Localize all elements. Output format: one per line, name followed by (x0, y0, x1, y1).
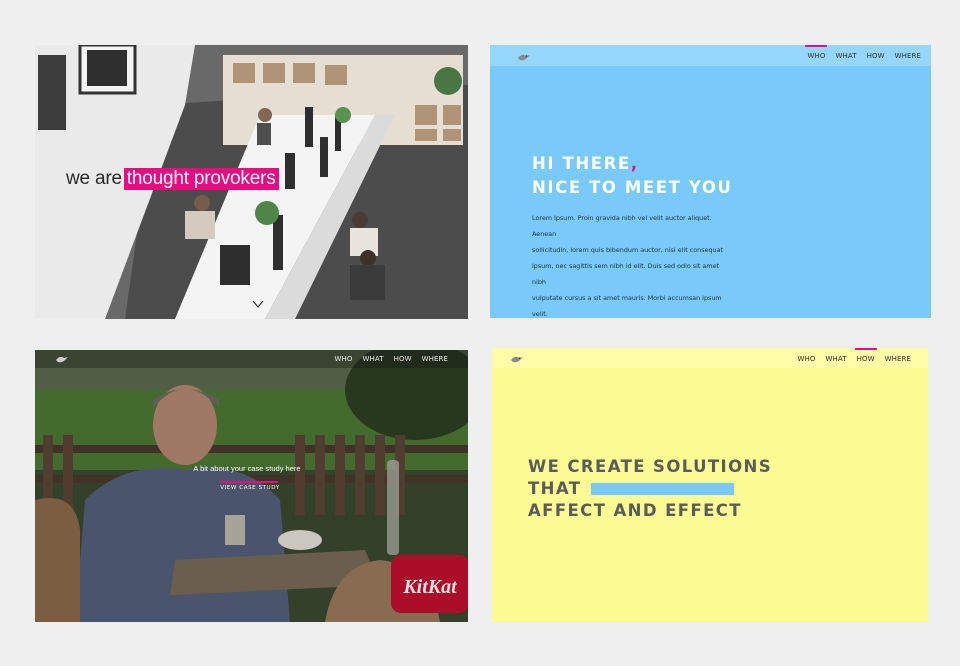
title-line-2: NICE TO MEET YOU (532, 178, 733, 197)
main-nav: WHO WHAT HOW WHERE (329, 355, 453, 363)
body-line: sollicitudin, lorem quis bibendum auctor… (532, 246, 724, 254)
nav-where[interactable]: WHERE (890, 52, 926, 60)
chevron-down-icon[interactable] (251, 297, 265, 311)
nav-who[interactable]: WHO (329, 355, 357, 363)
case-study-panel: KitKat WHO WHAT HOW WHERE A bit about yo… (35, 350, 468, 622)
body-line: vulputate cursus a sit amet mauris. Morb… (532, 294, 722, 318)
hero-highlight: thought provokers (123, 168, 279, 190)
title-line-1: HI THERE (532, 154, 631, 173)
body-line: ipsum, nec sagittis sem nibh id elit. Du… (532, 262, 720, 286)
bird-logo-icon[interactable] (510, 354, 524, 364)
title-line-1: WE CREATE SOLUTIONS (528, 457, 773, 476)
intro-title: HI THERE, NICE TO MEET YOU (532, 152, 732, 200)
hero-heading: we are thought provokers (66, 168, 279, 190)
nav-what[interactable]: WHAT (830, 52, 861, 60)
solutions-panel: WHO WHAT HOW WHERE WE CREATE SOLUTIONS T… (492, 348, 928, 622)
intro-panel: WHO WHAT HOW WHERE HI THERE, NICE TO MEE… (490, 45, 931, 318)
case-study-divider (220, 481, 278, 483)
nav-who[interactable]: WHO (802, 45, 830, 60)
nav-who[interactable]: WHO (792, 355, 820, 363)
bird-logo-icon[interactable] (55, 354, 69, 364)
nav-how[interactable]: HOW (862, 52, 890, 60)
nav-how[interactable]: HOW (852, 348, 880, 363)
hero-prefix: we are (66, 168, 122, 189)
nav-how[interactable]: HOW (389, 355, 417, 363)
main-nav: WHO WHAT HOW WHERE (792, 348, 916, 363)
view-case-study-link[interactable]: VIEW CASE STUDY (205, 485, 295, 491)
body-line: Lorem Ipsum. Proin gravida nibh vel veli… (532, 214, 712, 238)
title-comma: , (630, 154, 639, 173)
highlight-bar (591, 483, 734, 495)
office-hero-panel: we are thought provokers (35, 45, 468, 319)
bird-logo-icon[interactable] (517, 52, 531, 62)
title-line-3: AFFECT AND EFFECT (528, 501, 742, 520)
nav-where[interactable]: WHERE (880, 355, 916, 363)
nav-where[interactable]: WHERE (417, 355, 453, 363)
nav-what[interactable]: WHAT (820, 355, 851, 363)
intro-body: Lorem Ipsum. Proin gravida nibh vel veli… (532, 210, 732, 318)
nav-what[interactable]: WHAT (357, 355, 388, 363)
case-study-caption: A bit about your case study here (193, 464, 301, 473)
main-nav: WHO WHAT HOW WHERE (802, 45, 926, 60)
